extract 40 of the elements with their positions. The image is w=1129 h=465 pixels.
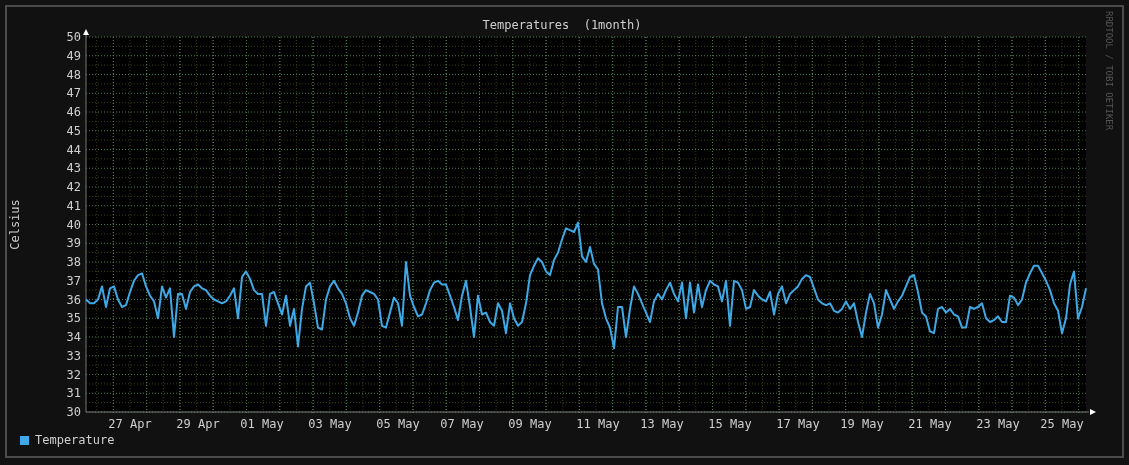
x-tick-label: 07 May xyxy=(440,417,484,431)
x-tick-label: 01 May xyxy=(240,417,284,431)
x-tick-label: 25 May xyxy=(1040,417,1084,431)
x-tick-label: 03 May xyxy=(308,417,352,431)
y-tick-label: 49 xyxy=(66,48,81,63)
y-tick-label: 50 xyxy=(66,30,81,44)
y-tick-label: 34 xyxy=(66,330,81,344)
y-tick-label: 30 xyxy=(66,405,81,419)
y-tick-label: 47 xyxy=(66,86,81,101)
x-tick-label: 27 Apr xyxy=(108,417,152,431)
y-tick-label: 38 xyxy=(66,255,81,269)
x-tick-label: 15 May xyxy=(708,417,752,431)
x-tick-label: 17 May xyxy=(776,417,820,431)
y-tick-label: 33 xyxy=(66,348,81,363)
x-tick-label: 11 May xyxy=(576,417,620,431)
y-tick-label: 41 xyxy=(66,198,81,213)
y-tick-label: 46 xyxy=(66,105,81,119)
y-tick-label: 31 xyxy=(66,386,81,401)
y-tick-label: 44 xyxy=(66,142,81,157)
x-tick-label: 23 May xyxy=(976,417,1020,431)
y-tick-label: 43 xyxy=(66,161,81,176)
y-tick-label: 40 xyxy=(66,217,81,232)
x-tick-label: 21 May xyxy=(908,417,952,431)
y-tick-label: 35 xyxy=(66,311,81,326)
y-tick-label: 37 xyxy=(66,273,81,288)
x-tick-label: 29 Apr xyxy=(176,417,220,431)
legend-label: Temperature xyxy=(35,433,115,447)
y-tick-label: 45 xyxy=(66,123,81,138)
y-tick-label: 32 xyxy=(66,367,81,382)
y-tick-label: 48 xyxy=(66,67,81,82)
credit-text: RRDTOOL / TOBI OETIKER xyxy=(1104,11,1114,131)
y-tick-label: 39 xyxy=(66,236,81,251)
y-tick-label: 36 xyxy=(66,292,81,307)
y-axis-label: Celsius xyxy=(8,199,22,250)
x-tick-label: 05 May xyxy=(376,417,420,431)
y-tick-label: 42 xyxy=(66,180,81,194)
chart-title: Temperatures (1month) xyxy=(482,18,642,32)
x-tick-label: 19 May xyxy=(840,417,884,431)
x-tick-label: 13 May xyxy=(640,417,684,431)
x-tick-label: 09 May xyxy=(508,417,552,431)
